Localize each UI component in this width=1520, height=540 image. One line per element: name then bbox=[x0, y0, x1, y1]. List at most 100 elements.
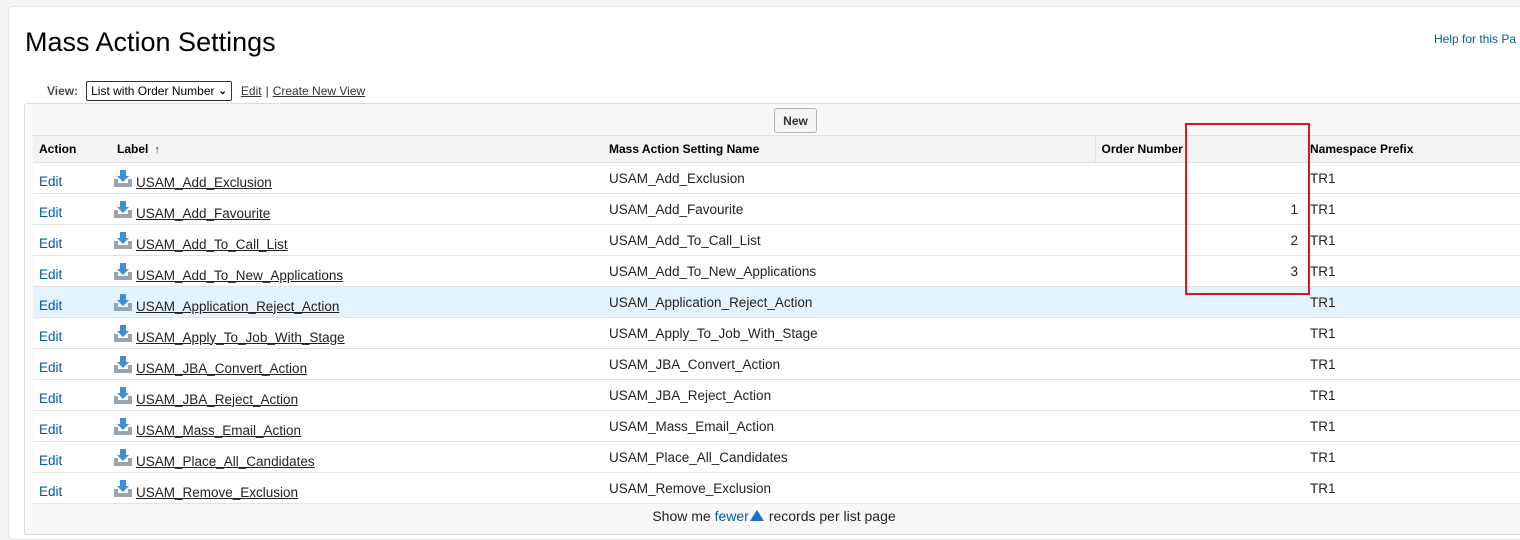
label-cell: USAM_JBA_Convert_Action bbox=[111, 348, 603, 380]
action-cell: Edit bbox=[33, 348, 111, 380]
label-link[interactable]: USAM_Mass_Email_Action bbox=[136, 423, 301, 438]
label-link[interactable]: USAM_Add_Exclusion bbox=[136, 175, 272, 190]
create-new-view-link[interactable]: Create New View bbox=[273, 84, 365, 98]
action-cell: Edit bbox=[33, 472, 111, 504]
setting-name-cell: USAM_Remove_Exclusion bbox=[603, 472, 1095, 504]
header-setting-name[interactable]: Mass Action Setting Name bbox=[603, 135, 1095, 163]
label-cell: USAM_Remove_Exclusion bbox=[111, 472, 603, 504]
label-link[interactable]: USAM_Add_To_Call_List bbox=[136, 237, 288, 252]
download-icon[interactable] bbox=[113, 199, 133, 219]
order-number-cell bbox=[1095, 162, 1308, 194]
edit-link[interactable]: Edit bbox=[39, 236, 62, 251]
edit-link[interactable]: Edit bbox=[39, 267, 62, 282]
namespace-prefix-cell: TR1 bbox=[1308, 193, 1520, 225]
download-icon[interactable] bbox=[113, 478, 133, 498]
setting-name-cell: USAM_Apply_To_Job_With_Stage bbox=[603, 317, 1095, 349]
table-row: Edit USAM_Add_Exclusion USAM_Add_Exclusion… bbox=[33, 162, 1520, 194]
label-cell: USAM_Add_Favourite bbox=[111, 193, 603, 225]
action-cell: Edit bbox=[33, 317, 111, 349]
order-number-cell bbox=[1095, 348, 1308, 380]
label-link[interactable]: USAM_Add_Favourite bbox=[136, 206, 270, 221]
label-link[interactable]: USAM_Place_All_Candidates bbox=[136, 454, 315, 469]
label-cell: USAM_Apply_To_Job_With_Stage bbox=[111, 317, 603, 349]
label-link[interactable]: USAM_Remove_Exclusion bbox=[136, 485, 298, 500]
label-link[interactable]: USAM_Application_Reject_Action bbox=[136, 299, 339, 314]
download-icon[interactable] bbox=[113, 292, 133, 312]
edit-link[interactable]: Edit bbox=[39, 422, 62, 437]
edit-link[interactable]: Edit bbox=[39, 360, 62, 375]
action-cell: Edit bbox=[33, 286, 111, 318]
namespace-prefix-cell: TR1 bbox=[1308, 348, 1520, 380]
edit-link[interactable]: Edit bbox=[39, 205, 62, 220]
edit-link[interactable]: Edit bbox=[39, 174, 62, 189]
label-link[interactable]: USAM_Apply_To_Job_With_Stage bbox=[136, 330, 345, 345]
order-number-cell: 2 bbox=[1095, 224, 1308, 256]
view-separator: | bbox=[265, 84, 269, 98]
edit-link[interactable]: Edit bbox=[39, 329, 62, 344]
action-cell: Edit bbox=[33, 379, 111, 411]
edit-view-link[interactable]: Edit bbox=[241, 84, 262, 98]
footer-suffix: records per list page bbox=[768, 508, 896, 524]
new-button[interactable]: New bbox=[774, 108, 817, 133]
setting-name-cell: USAM_Add_To_New_Applications bbox=[603, 255, 1095, 287]
label-link[interactable]: USAM_Add_To_New_Applications bbox=[136, 268, 343, 283]
table-row: Edit USAM_Remove_Exclusion USAM_Remove_Exc… bbox=[33, 472, 1520, 504]
label-cell: USAM_Application_Reject_Action bbox=[111, 286, 603, 318]
namespace-prefix-cell: TR1 bbox=[1308, 441, 1520, 473]
download-icon[interactable] bbox=[113, 168, 133, 188]
edit-link[interactable]: Edit bbox=[39, 453, 62, 468]
order-number-cell bbox=[1095, 317, 1308, 349]
setting-name-cell: USAM_Add_Favourite bbox=[603, 193, 1095, 225]
namespace-prefix-cell: TR1 bbox=[1308, 162, 1520, 194]
download-icon[interactable] bbox=[113, 323, 133, 343]
footer-prefix: Show me bbox=[652, 508, 711, 524]
action-cell: Edit bbox=[33, 410, 111, 442]
table-row: Edit USAM_Add_Favourite USAM_Add_Favourite… bbox=[33, 193, 1520, 225]
order-number-cell: 3 bbox=[1095, 255, 1308, 287]
header-order-number[interactable]: Order Number bbox=[1094, 135, 1308, 163]
download-icon[interactable] bbox=[113, 447, 133, 467]
table-row: Edit USAM_Add_To_New_Applications USAM_Add… bbox=[33, 255, 1520, 287]
setting-name-cell: USAM_Application_Reject_Action bbox=[603, 286, 1095, 318]
header-label[interactable]: Label ↑ bbox=[111, 135, 603, 163]
download-icon[interactable] bbox=[113, 230, 133, 250]
view-select-value: List with Order Number bbox=[91, 84, 215, 98]
label-cell: USAM_JBA_Reject_Action bbox=[111, 379, 603, 411]
table-row: Edit USAM_JBA_Reject_Action USAM_JBA_Rejec… bbox=[33, 379, 1520, 411]
namespace-prefix-cell: TR1 bbox=[1308, 255, 1520, 287]
download-icon[interactable] bbox=[113, 354, 133, 374]
namespace-prefix-cell: TR1 bbox=[1308, 379, 1520, 411]
edit-link[interactable]: Edit bbox=[39, 298, 62, 313]
table-row: Edit USAM_Add_To_Call_List USAM_Add_To_Cal… bbox=[33, 224, 1520, 256]
fewer-records-link[interactable]: fewer bbox=[715, 508, 749, 524]
table-row: Edit USAM_Apply_To_Job_With_Stage USAM_App… bbox=[33, 317, 1520, 349]
edit-link[interactable]: Edit bbox=[39, 391, 62, 406]
view-select[interactable]: List with Order Number ⌄ bbox=[86, 81, 232, 101]
namespace-prefix-cell: TR1 bbox=[1308, 317, 1520, 349]
edit-link[interactable]: Edit bbox=[39, 484, 62, 499]
setting-name-cell: USAM_JBA_Reject_Action bbox=[603, 379, 1095, 411]
action-cell: Edit bbox=[33, 162, 111, 194]
order-number-cell bbox=[1095, 472, 1308, 504]
namespace-prefix-cell: TR1 bbox=[1308, 286, 1520, 318]
label-cell: USAM_Add_To_New_Applications bbox=[111, 255, 603, 287]
help-link[interactable]: Help for this Pa bbox=[1434, 32, 1516, 46]
label-cell: USAM_Mass_Email_Action bbox=[111, 410, 603, 442]
order-number-cell: 1 bbox=[1095, 193, 1308, 225]
mass-action-table: Action Label ↑ Mass Action Setting Name O… bbox=[33, 135, 1520, 504]
chevron-down-icon: ⌄ bbox=[218, 85, 227, 97]
order-number-cell bbox=[1095, 441, 1308, 473]
triangle-up-icon[interactable] bbox=[749, 509, 765, 522]
download-icon[interactable] bbox=[113, 385, 133, 405]
view-label: View: bbox=[47, 84, 79, 98]
setting-name-cell: USAM_Add_To_Call_List bbox=[603, 224, 1095, 256]
table-header-row: Action Label ↑ Mass Action Setting Name O… bbox=[33, 135, 1520, 163]
page-title: Mass Action Settings bbox=[25, 27, 276, 57]
download-icon[interactable] bbox=[113, 416, 133, 436]
label-link[interactable]: USAM_JBA_Convert_Action bbox=[136, 361, 307, 376]
view-selector-row: View: List with Order Number ⌄ Edit | Cr… bbox=[47, 81, 365, 101]
header-namespace-prefix[interactable]: Namespace Prefix bbox=[1308, 135, 1520, 163]
download-icon[interactable] bbox=[113, 261, 133, 281]
table-row: Edit USAM_Mass_Email_Action USAM_Mass_Emai… bbox=[33, 410, 1520, 442]
label-link[interactable]: USAM_JBA_Reject_Action bbox=[136, 392, 298, 407]
